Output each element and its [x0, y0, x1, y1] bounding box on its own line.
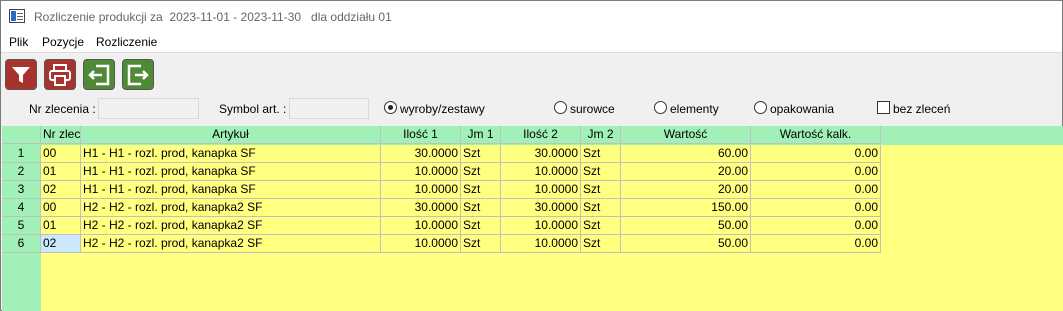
symbol-field[interactable]: [289, 98, 369, 119]
table-cell-col-wartosc[interactable]: 50.00: [621, 235, 751, 253]
table-cell-col-artykul[interactable]: H2 - H2 - rozl. prod, kanapka2 SF: [81, 199, 381, 217]
table-cell-col-ilosc1[interactable]: 10.0000: [381, 235, 461, 253]
bez-zlecen-label[interactable]: bez zleceń: [893, 102, 950, 116]
table-cell-col-wartosc-kalk[interactable]: 0.00: [751, 199, 881, 217]
header-col-wartosc[interactable]: Wartość: [621, 126, 751, 144]
radio-surowce[interactable]: [554, 101, 567, 114]
table-cell-col-wartosc-kalk[interactable]: 0.00: [751, 181, 881, 199]
table-cell-col-jm1[interactable]: Szt: [461, 163, 501, 181]
table-cell-col-wartosc-kalk[interactable]: 0.00: [751, 145, 881, 163]
table-cell-col-ilosc2[interactable]: 10.0000: [501, 235, 581, 253]
header-col-artykul[interactable]: Artykuł: [81, 126, 381, 144]
table-cell-col-ilosc1[interactable]: 10.0000: [381, 181, 461, 199]
table-cell-col-wartosc-kalk[interactable]: 0.00: [751, 235, 881, 253]
title-bar: Rozliczenie produkcji za 2023-11-01 - 20…: [1, 1, 1062, 32]
row-number[interactable]: 1: [2, 145, 41, 163]
prev-button[interactable]: [83, 59, 115, 90]
table-cell-col-jm2[interactable]: Szt: [581, 217, 621, 235]
table-cell-col-jm2[interactable]: Szt: [581, 199, 621, 217]
header-corner: [2, 126, 41, 144]
app-window: Rozliczenie produkcji za 2023-11-01 - 20…: [0, 0, 1063, 311]
radio-wyroby[interactable]: [384, 101, 397, 114]
table-cell-col-jm2[interactable]: Szt: [581, 145, 621, 163]
table-cell-col-ilosc2[interactable]: 10.0000: [501, 163, 581, 181]
table-cell-col-jm1[interactable]: Szt: [461, 217, 501, 235]
table-cell-col-artykul[interactable]: H2 - H2 - rozl. prod, kanapka2 SF: [81, 217, 381, 235]
header-col-wartosc-kalk[interactable]: Wartość kalk.: [751, 126, 881, 144]
header-col-jm1[interactable]: Jm 1: [461, 126, 501, 144]
symbol-label: Symbol art. :: [219, 102, 287, 116]
row-number[interactable]: 6: [2, 235, 41, 253]
menu-pozycje[interactable]: Pozycje: [42, 35, 84, 49]
exit-left-icon: [88, 64, 110, 86]
header-col-jm2[interactable]: Jm 2: [581, 126, 621, 144]
table-cell-col-wartosc[interactable]: 20.00: [621, 163, 751, 181]
header-col-ilosc1[interactable]: Ilość 1: [381, 126, 461, 144]
nr-zlecenia-field[interactable]: [98, 98, 199, 119]
table-cell-col-jm2[interactable]: Szt: [581, 235, 621, 253]
table-cell-col-ilosc1[interactable]: 30.0000: [381, 145, 461, 163]
table-cell-col-artykul[interactable]: H1 - H1 - rozl. prod, kanapka SF: [81, 163, 381, 181]
data-grid[interactable]: Nr zlec Artykuł Ilość 1 Jm 1 Ilość 2 Jm 2 Wart…: [2, 126, 1063, 311]
row-number[interactable]: 2: [2, 163, 41, 181]
header-col-nr-zlec[interactable]: Nr zlec: [41, 126, 81, 144]
row-number[interactable]: 5: [2, 217, 41, 235]
table-cell-col-ilosc2[interactable]: 10.0000: [501, 181, 581, 199]
table-cell-col-ilosc1[interactable]: 30.0000: [381, 199, 461, 217]
radio-surowce-label[interactable]: surowce: [570, 102, 615, 116]
radio-opakowania[interactable]: [754, 101, 767, 114]
nr-zlecenia-label: Nr zlecenia :: [29, 102, 96, 116]
row-number[interactable]: 4: [2, 199, 41, 217]
table-cell-col-wartosc[interactable]: 50.00: [621, 217, 751, 235]
table-cell-col-nr-zlec[interactable]: 02: [41, 181, 81, 199]
radio-elementy-label[interactable]: elementy: [670, 102, 719, 116]
filter-bar: Nr zlecenia : Symbol art. : wyroby/zesta…: [1, 94, 1062, 122]
exit-right-icon: [127, 64, 149, 86]
table-cell-col-nr-zlec[interactable]: 01: [41, 163, 81, 181]
bez-zlecen-checkbox[interactable]: [877, 101, 890, 114]
table-cell-col-artykul[interactable]: H1 - H1 - rozl. prod, kanapka SF: [81, 145, 381, 163]
table-cell-col-artykul[interactable]: H2 - H2 - rozl. prod, kanapka2 SF: [81, 235, 381, 253]
table-cell-col-ilosc1[interactable]: 10.0000: [381, 163, 461, 181]
table-cell-col-jm2[interactable]: Szt: [581, 163, 621, 181]
table-cell-col-ilosc2[interactable]: 30.0000: [501, 199, 581, 217]
menu-bar: Plik Pozycje Rozliczenie: [1, 32, 1062, 52]
printer-icon: [49, 64, 71, 86]
header-col-ilosc2[interactable]: Ilość 2: [501, 126, 581, 144]
row-number[interactable]: 3: [2, 181, 41, 199]
table-cell-col-nr-zlec[interactable]: 01: [41, 217, 81, 235]
radio-opakowania-label[interactable]: opakowania: [770, 102, 834, 116]
app-icon: [9, 9, 25, 23]
table-cell-col-jm2[interactable]: Szt: [581, 181, 621, 199]
filter-button[interactable]: [5, 59, 37, 90]
toolbar: [1, 52, 1062, 92]
table-cell-col-jm1[interactable]: Szt: [461, 145, 501, 163]
table-cell-col-ilosc2[interactable]: 30.0000: [501, 145, 581, 163]
window-title: Rozliczenie produkcji za 2023-11-01 - 20…: [34, 10, 392, 24]
print-button[interactable]: [44, 59, 76, 90]
table-cell-col-wartosc-kalk[interactable]: 0.00: [751, 163, 881, 181]
radio-elementy[interactable]: [654, 101, 667, 114]
table-cell-col-ilosc1[interactable]: 10.0000: [381, 217, 461, 235]
next-button[interactable]: [122, 59, 154, 90]
menu-plik[interactable]: Plik: [9, 35, 28, 49]
table-cell-col-artykul[interactable]: H1 - H1 - rozl. prod, kanapka SF: [81, 181, 381, 199]
table-cell-col-nr-zlec[interactable]: 00: [41, 199, 81, 217]
table-cell-col-jm1[interactable]: Szt: [461, 181, 501, 199]
table-cell-col-wartosc[interactable]: 60.00: [621, 145, 751, 163]
table-cell-col-jm1[interactable]: Szt: [461, 199, 501, 217]
funnel-icon: [12, 67, 30, 83]
table-cell-col-wartosc[interactable]: 150.00: [621, 199, 751, 217]
table-cell-col-wartosc[interactable]: 20.00: [621, 181, 751, 199]
table-cell-col-ilosc2[interactable]: 10.0000: [501, 217, 581, 235]
menu-rozliczenie[interactable]: Rozliczenie: [96, 35, 157, 49]
table-cell-col-nr-zlec[interactable]: 02: [41, 235, 81, 253]
table-cell-col-wartosc-kalk[interactable]: 0.00: [751, 217, 881, 235]
table-cell-col-nr-zlec[interactable]: 00: [41, 145, 81, 163]
table-cell-col-jm1[interactable]: Szt: [461, 235, 501, 253]
radio-wyroby-label[interactable]: wyroby/zestawy: [400, 102, 485, 116]
